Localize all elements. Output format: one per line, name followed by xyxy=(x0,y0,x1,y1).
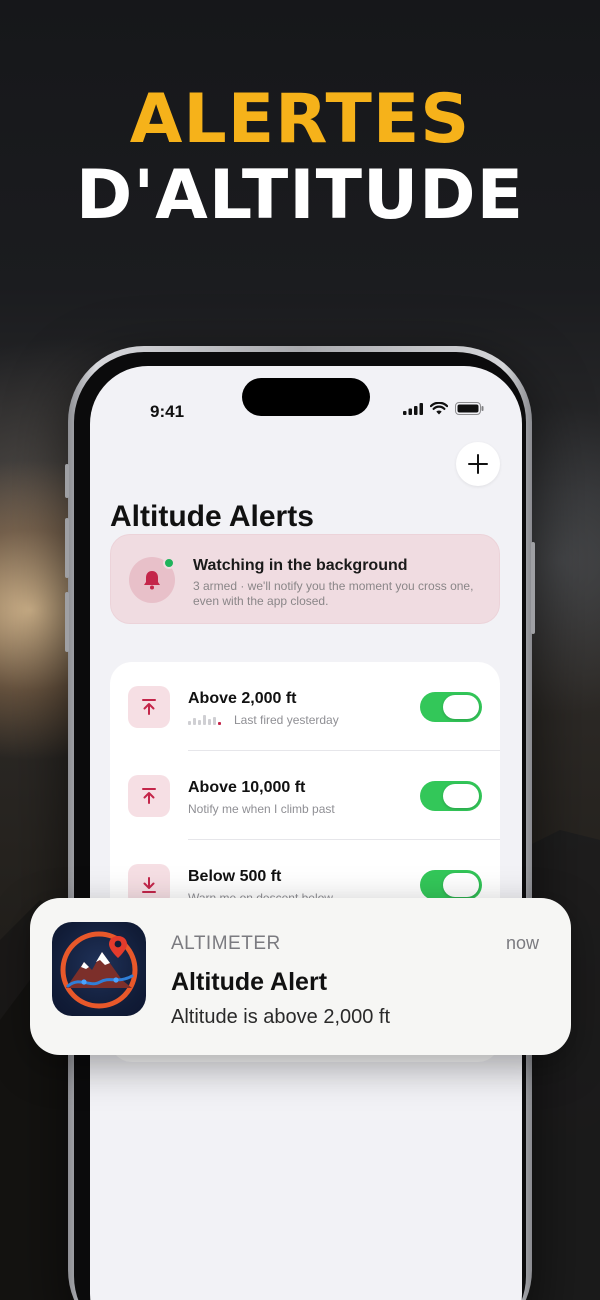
signal-icon xyxy=(403,402,423,415)
notification-body: Altitude is above 2,000 ft xyxy=(171,1006,391,1028)
banner-title: Watching in the background xyxy=(193,557,408,574)
notification-app-name: ALTIMETER xyxy=(171,933,281,954)
page-title: Altitude Alerts xyxy=(110,500,314,533)
phone-frame: 9:41 Altitude Alerts Watching in the bac… xyxy=(65,346,535,1300)
alert-row[interactable]: Above 10,000 ft Notify me when I climb p… xyxy=(110,751,500,839)
alert-icon-box xyxy=(128,686,170,728)
arrow-up-to-line-icon xyxy=(142,788,156,804)
alert-row[interactable]: Above 2,000 ft Last fired yesterday xyxy=(110,662,500,750)
battery-icon xyxy=(455,402,484,415)
wifi-icon xyxy=(430,402,448,415)
status-time: 9:41 xyxy=(150,402,185,421)
alert-title: Above 2,000 ft xyxy=(188,690,297,707)
alert-toggle[interactable] xyxy=(420,870,482,900)
power-button xyxy=(531,542,535,634)
arrow-down-to-line-icon xyxy=(142,877,156,893)
alert-icon-box xyxy=(128,775,170,817)
arrow-up-to-line-icon xyxy=(142,699,156,715)
headline: ALERTES D'ALTITUDE xyxy=(0,82,600,234)
phone-bezel: 9:41 Altitude Alerts Watching in the bac… xyxy=(74,352,526,1300)
status-icons xyxy=(403,402,484,415)
headline-line-2: D'ALTITUDE xyxy=(75,156,525,235)
bell-icon xyxy=(144,571,160,590)
alert-subtitle: Last fired yesterday xyxy=(234,713,339,727)
alert-toggle[interactable] xyxy=(420,692,482,722)
add-alert-button[interactable] xyxy=(456,442,500,486)
notification-time: now xyxy=(505,933,539,953)
mountain-logo-icon xyxy=(60,931,138,1009)
volume-up-button xyxy=(65,518,69,578)
phone-screen: 9:41 Altitude Alerts Watching in the bac… xyxy=(90,366,522,1300)
notification-title: Altitude Alert xyxy=(171,968,328,996)
activity-sparkline xyxy=(188,713,222,725)
alert-subtitle: Notify me when I climb past xyxy=(188,802,335,816)
background-status-banner: Watching in the background 3 armed · we'… xyxy=(110,534,500,624)
plus-icon xyxy=(468,454,488,474)
alert-title: Above 10,000 ft xyxy=(188,779,306,796)
headline-line-1: ALERTES xyxy=(129,80,471,159)
banner-subtitle: 3 armed · we'll notify you the moment yo… xyxy=(193,579,474,608)
altimeter-app-icon xyxy=(52,922,146,1016)
alert-toggle[interactable] xyxy=(420,781,482,811)
dynamic-island xyxy=(242,378,370,416)
push-notification[interactable]: ALTIMETER now Altitude Alert Altitude is… xyxy=(30,898,571,1055)
volume-down-button xyxy=(65,592,69,652)
active-status-dot xyxy=(163,557,175,569)
alert-title: Below 500 ft xyxy=(188,868,282,885)
action-button xyxy=(65,464,69,498)
